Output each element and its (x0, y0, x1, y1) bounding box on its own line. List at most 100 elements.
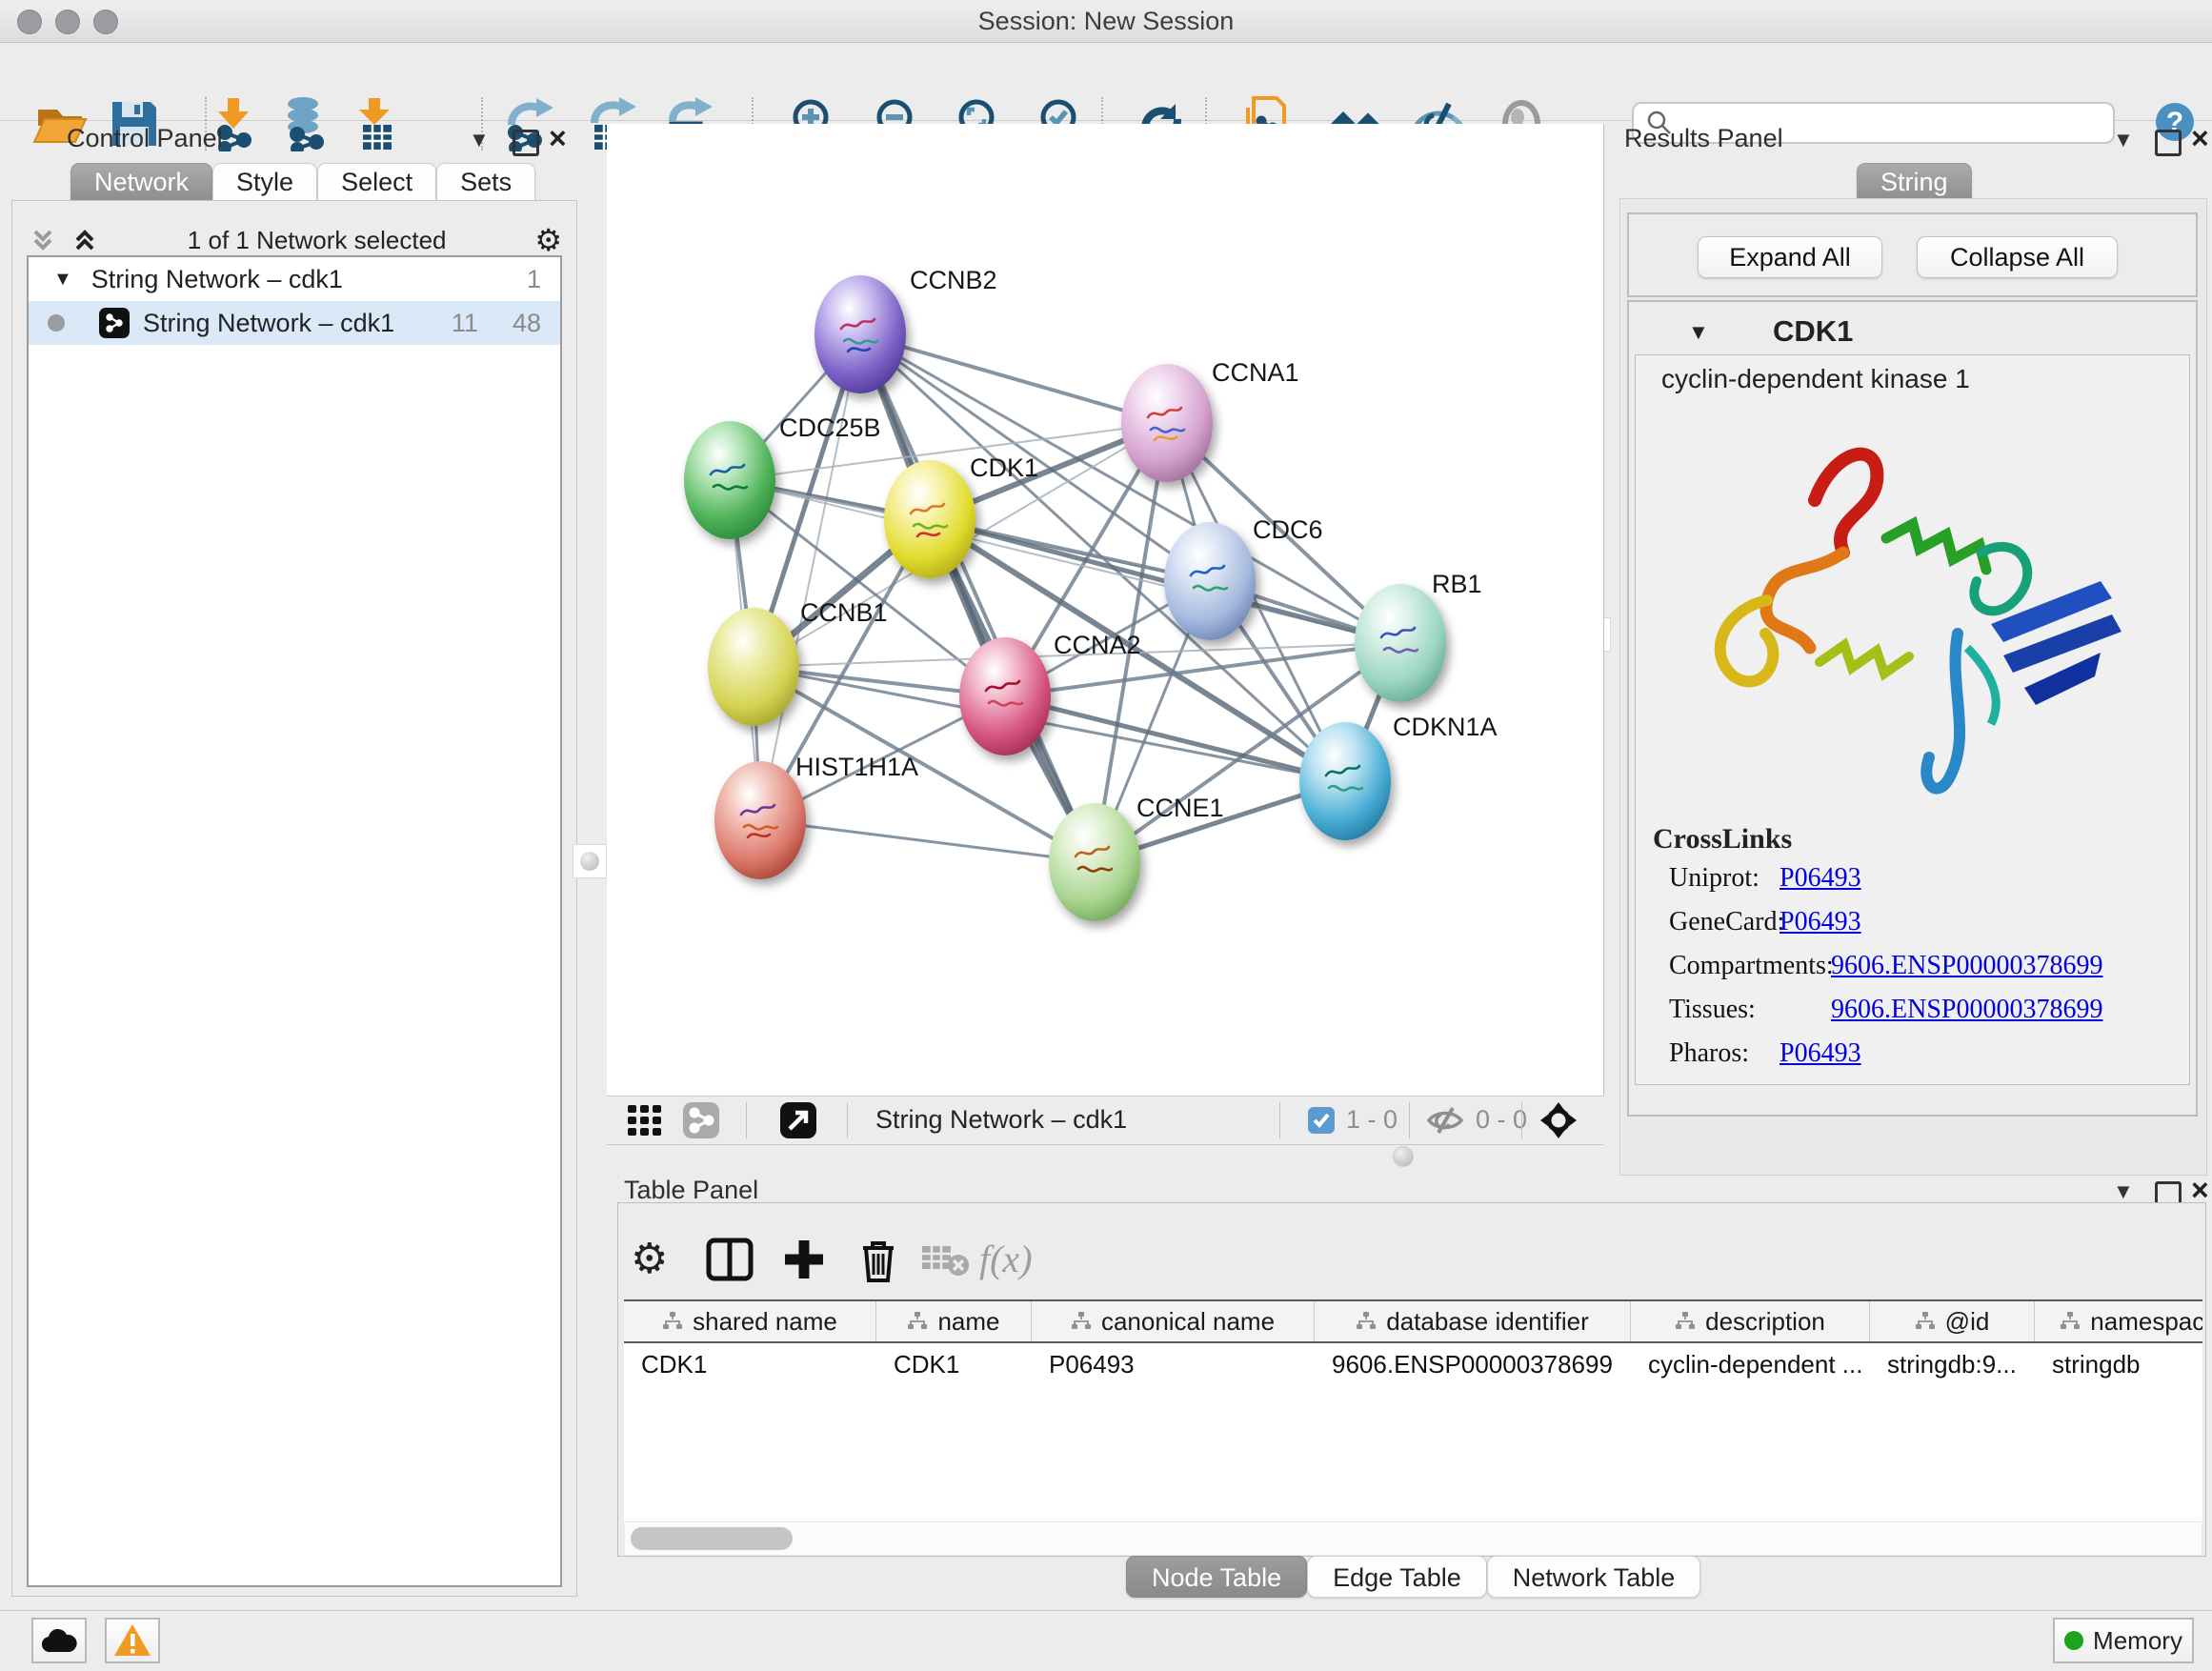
import-database-icon[interactable] (278, 96, 333, 151)
tab-style[interactable]: Style (212, 163, 317, 201)
open-in-window-icon[interactable] (780, 1102, 816, 1138)
gene-collapse-icon[interactable]: ▼ (1688, 320, 1709, 345)
network-node-CDC25B[interactable] (684, 421, 775, 539)
memory-button[interactable]: Memory (2053, 1618, 2194, 1663)
results-panel-close-icon[interactable]: × (2191, 128, 2209, 149)
birds-eye-crosshair-icon[interactable] (1540, 1102, 1577, 1138)
crosslink-label: Pharos: (1669, 1038, 1749, 1069)
tab-edge-table[interactable]: Edge Table (1307, 1556, 1487, 1598)
control-panel-menu-icon[interactable]: ▼ (469, 128, 490, 152)
crosslink-genecard-link[interactable]: P06493 (1780, 907, 1861, 937)
table-add-icon[interactable] (779, 1235, 829, 1284)
network-node-CCNB1[interactable] (708, 608, 799, 726)
window-title: Session: New Session (0, 7, 2212, 36)
selected-checkbox-icon[interactable] (1308, 1107, 1335, 1134)
tab-string[interactable]: String (1857, 163, 1972, 201)
column-tree-icon (907, 1311, 928, 1332)
tab-network-table[interactable]: Network Table (1487, 1556, 1701, 1598)
column-header-namespace[interactable]: namespace (2035, 1301, 2202, 1341)
network-edge[interactable] (760, 820, 1095, 862)
network-node-CCNE1[interactable] (1049, 803, 1140, 921)
control-panel-close-icon[interactable]: × (549, 128, 567, 149)
results-panel-menu-icon[interactable]: ▼ (2113, 128, 2134, 152)
control-panel-float-icon[interactable] (513, 130, 539, 156)
bottom-splitter-handle[interactable] (1393, 1146, 1414, 1167)
network-status-dot (48, 314, 65, 332)
network-canvas[interactable]: CCNB2CCNA1CDC25BCDK1CDC6RB1CCNB1CCNA2CDK… (607, 124, 1604, 1096)
collection-expand-icon[interactable]: ▼ (53, 269, 72, 291)
network-node-CDKN1A[interactable] (1299, 722, 1391, 840)
grid-view-icon[interactable] (628, 1105, 662, 1136)
network-edge[interactable] (760, 334, 860, 820)
table-cell[interactable]: stringdb:9... (1870, 1343, 2035, 1385)
table-panel-close-icon[interactable]: × (2191, 1179, 2209, 1200)
table-cell[interactable]: CDK1 (876, 1343, 1032, 1385)
network-node-HIST1H1A[interactable] (714, 761, 806, 879)
network-row-selected[interactable]: String Network – cdk1 11 48 (29, 301, 560, 345)
footer-separator (746, 1102, 747, 1138)
network-list-gear-icon[interactable]: ⚙ (534, 222, 562, 258)
network-view-toolbar: String Network – cdk1 1 - 0 0 - 0 (607, 1096, 1603, 1145)
network-node-label: CCNA1 (1212, 358, 1299, 387)
network-node-RB1[interactable] (1355, 584, 1446, 702)
tab-node-table[interactable]: Node Table (1126, 1556, 1307, 1598)
expand-all-chevron-icon[interactable] (70, 226, 99, 254)
crosslink-pharos-link[interactable]: P06493 (1780, 1038, 1861, 1069)
network-node-CCNA2[interactable] (959, 637, 1051, 755)
crosslink-compartments-link[interactable]: 9606.ENSP00000378699 (1831, 951, 2102, 981)
network-node-CDC6[interactable] (1164, 522, 1256, 640)
crosslink-tissues-link[interactable]: 9606.ENSP00000378699 (1831, 995, 2102, 1025)
table-gear-icon[interactable]: ⚙ (631, 1235, 668, 1283)
warning-status-button[interactable] (105, 1618, 160, 1663)
table-panel-title: Table Panel (624, 1176, 758, 1205)
column-header-shared-name[interactable]: shared name (624, 1301, 876, 1341)
crosslink-uniprot-link[interactable]: P06493 (1780, 863, 1861, 894)
results-panel-float-icon[interactable] (2155, 130, 2182, 156)
status-bar (0, 1610, 2212, 1671)
share-view-icon[interactable] (683, 1102, 719, 1138)
table-delete-row-icon[interactable] (854, 1235, 903, 1284)
function-builder-icon-disabled: f(x) (979, 1237, 1033, 1281)
string-network-icon (99, 308, 130, 338)
table-columns-icon[interactable] (705, 1235, 754, 1284)
table-h-scrollbar[interactable] (625, 1521, 2202, 1555)
column-header-name[interactable]: name (876, 1301, 1032, 1341)
title-bar: Session: New Session (0, 0, 2212, 43)
network-node-CDK1[interactable] (884, 460, 975, 578)
network-node-CCNA1[interactable] (1121, 364, 1213, 482)
footer-separator (1279, 1102, 1280, 1138)
table-cell[interactable]: 9606.ENSP00000378699 (1315, 1343, 1631, 1385)
network-collection-row[interactable]: ▼ String Network – cdk1 1 (29, 257, 560, 301)
table-cell[interactable]: P06493 (1032, 1343, 1315, 1385)
node-table[interactable]: shared namenamecanonical namedatabase id… (624, 1299, 2202, 1522)
network-node-label: HIST1H1A (795, 753, 918, 781)
network-node-CCNB2[interactable] (814, 275, 906, 393)
table-h-scrollbar-thumb[interactable] (631, 1527, 793, 1550)
table-row[interactable]: CDK1CDK1P064939606.ENSP00000378699cyclin… (624, 1343, 2202, 1385)
table-cell[interactable]: stringdb (2035, 1343, 2202, 1385)
column-header-database-identifier[interactable]: database identifier (1315, 1301, 1631, 1341)
import-table-icon[interactable] (350, 96, 405, 151)
table-panel-menu-icon[interactable]: ▼ (2113, 1179, 2134, 1204)
network-node-label: CDC25B (779, 413, 881, 442)
table-header-row: shared namenamecanonical namedatabase id… (624, 1301, 2202, 1343)
network-node-label: CDC6 (1253, 515, 1323, 544)
tab-select[interactable]: Select (317, 163, 436, 201)
table-delete-column-icon-disabled (920, 1235, 970, 1284)
crosslink-label: Compartments: (1669, 951, 1834, 981)
tab-network[interactable]: Network (70, 163, 212, 201)
application-window: Session: New Session (0, 0, 2212, 1671)
expand-all-button[interactable]: Expand All (1698, 236, 1882, 278)
network-graph[interactable]: CCNB2CCNA1CDC25BCDK1CDC6RB1CCNB1CCNA2CDK… (607, 124, 1603, 1096)
column-header-description[interactable]: description (1631, 1301, 1870, 1341)
tab-sets[interactable]: Sets (436, 163, 535, 201)
cloud-status-button[interactable] (31, 1618, 87, 1663)
collapse-all-button[interactable]: Collapse All (1917, 236, 2118, 278)
column-header-canonical-name[interactable]: canonical name (1032, 1301, 1315, 1341)
column-header-@id[interactable]: @id (1870, 1301, 2035, 1341)
footer-separator (1521, 1102, 1522, 1138)
collapse-all-chevron-icon[interactable] (29, 226, 57, 254)
left-splitter-handle[interactable] (573, 844, 607, 878)
table-cell[interactable]: cyclin-dependent ... (1631, 1343, 1870, 1385)
table-cell[interactable]: CDK1 (624, 1343, 876, 1385)
